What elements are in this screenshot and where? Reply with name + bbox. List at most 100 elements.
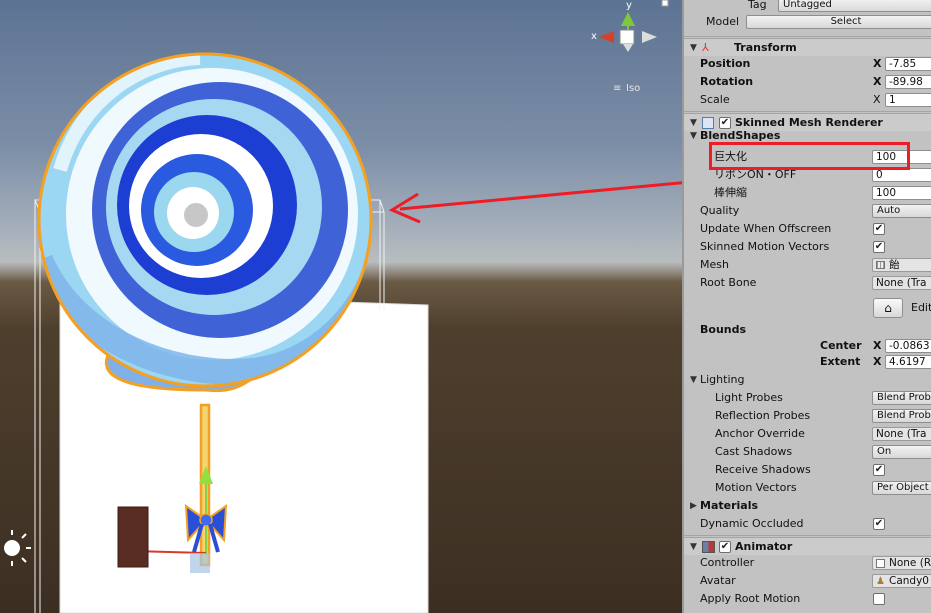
edit-bounds-button[interactable]: ⌂	[873, 298, 903, 318]
skinned-motion-vectors-row: Skinned Motion Vectors ✔	[684, 238, 931, 256]
smr-header[interactable]: ▼ ✔ Skinned Mesh Renderer	[684, 113, 931, 131]
quality-label: Quality	[700, 204, 740, 217]
blendshape-value-field[interactable]: 100	[872, 186, 931, 200]
mesh-field[interactable]: 飴	[872, 258, 931, 272]
update-offscreen-checkbox[interactable]: ✔	[873, 223, 885, 235]
model-select-button[interactable]: Select	[746, 15, 931, 29]
light-probes-label: Light Probes	[715, 391, 783, 404]
scale-row: Scale X 1	[684, 91, 931, 109]
annotation-arrow-line	[399, 181, 682, 211]
animator-header[interactable]: ▼ ✔ Animator	[684, 537, 931, 555]
edit-bounds-icon: ⌂	[884, 301, 892, 315]
bounds-extent-label: Extent	[820, 355, 861, 368]
rotation-label: Rotation	[700, 75, 754, 88]
scale-x-field[interactable]: 1	[885, 93, 931, 107]
tag-label: Tag	[748, 0, 767, 11]
scale-x-axis: X	[873, 93, 881, 106]
reflection-probes-dropdown[interactable]: Blend Prob	[872, 409, 931, 423]
apply-root-motion-checkbox[interactable]	[873, 593, 885, 605]
smr-enabled-checkbox[interactable]: ✔	[719, 117, 731, 129]
gizmo-y-label: y	[626, 0, 632, 11]
blendshape-label: 棒伸縮	[714, 186, 747, 199]
blendshape-value-field[interactable]: 0	[872, 168, 931, 182]
light-probes-row: Light Probes Blend Prob	[684, 389, 931, 407]
mesh-renderer-icon	[702, 117, 714, 129]
controller-value: None (R	[889, 557, 931, 569]
tag-dropdown[interactable]: Untagged	[778, 0, 931, 12]
skinned-motion-vectors-checkbox[interactable]: ✔	[873, 241, 885, 253]
cast-shadows-dropdown[interactable]: On	[872, 445, 931, 459]
cast-shadows-row: Cast Shadows On	[684, 443, 931, 461]
apply-root-motion-row: Apply Root Motion	[684, 590, 931, 608]
controller-icon	[876, 559, 885, 568]
model-label: Model	[706, 15, 740, 28]
annotation-highlight-box	[709, 142, 910, 170]
rotation-x-axis: X	[873, 75, 882, 88]
controller-label: Controller	[700, 556, 755, 569]
lighting-row[interactable]: ▼ Lighting	[684, 371, 931, 389]
dynamic-occluded-row: Dynamic Occluded ✔	[684, 515, 931, 533]
quality-row: Quality Auto	[684, 202, 931, 220]
quality-dropdown[interactable]: Auto	[872, 204, 931, 218]
chocolate-bar[interactable]	[117, 506, 149, 568]
gizmo-mode-label[interactable]: Iso	[626, 83, 640, 94]
transform-header[interactable]: ▼ ⅄ Transform	[684, 38, 931, 56]
controller-row: Controller None (R	[684, 554, 931, 572]
edit-label: Edit	[911, 301, 931, 314]
avatar-value: Candy0	[889, 575, 929, 587]
reflection-probes-label: Reflection Probes	[715, 409, 811, 422]
anchor-override-field[interactable]: None (Tra	[872, 427, 931, 441]
root-bone-field[interactable]: None (Tra	[872, 276, 931, 290]
fold-arrow-icon[interactable]: ▼	[690, 371, 697, 389]
animator-enabled-checkbox[interactable]: ✔	[719, 541, 731, 553]
avatar-label: Avatar	[700, 574, 736, 587]
mesh-value: 飴	[889, 259, 900, 271]
tag-row: Tag Untagged	[684, 0, 931, 14]
bounds-center-field[interactable]: -0.0863	[885, 339, 931, 353]
inspector-panel: Tag Untagged Model Select ▼ ⅄ Transform …	[682, 0, 931, 613]
root-bone-label: Root Bone	[700, 276, 757, 289]
animator-icon	[702, 541, 715, 553]
motion-vectors-label: Motion Vectors	[715, 481, 797, 494]
reflection-probes-row: Reflection Probes Blend Prob	[684, 407, 931, 425]
dynamic-occluded-checkbox[interactable]: ✔	[873, 518, 885, 530]
materials-row[interactable]: ▶ Materials	[684, 497, 931, 515]
receive-shadows-checkbox[interactable]: ✔	[873, 464, 885, 476]
receive-shadows-label: Receive Shadows	[715, 463, 811, 476]
skinned-motion-vectors-label: Skinned Motion Vectors	[700, 240, 830, 253]
scene-view[interactable]: y x ≡ Iso	[0, 0, 682, 613]
materials-label: Materials	[700, 499, 759, 512]
rotation-row: Rotation X -89.98	[684, 73, 931, 91]
orientation-gizmo[interactable]	[599, 0, 669, 52]
light-probes-dropdown[interactable]: Blend Prob	[872, 391, 931, 405]
rotation-x-field[interactable]: -89.98	[885, 75, 931, 89]
cast-shadows-label: Cast Shadows	[715, 445, 793, 458]
receive-shadows-row: Receive Shadows ✔	[684, 461, 931, 479]
update-offscreen-label: Update When Offscreen	[700, 222, 832, 235]
anchor-override-row: Anchor Override None (Tra	[684, 425, 931, 443]
blendshape-row: 棒伸縮 100	[684, 184, 931, 202]
blendshapes-row[interactable]: ▼ BlendShapes	[684, 130, 931, 142]
position-x-field[interactable]: -7.85	[885, 57, 931, 71]
light-icon[interactable]	[4, 530, 31, 566]
fold-arrow-icon[interactable]: ▼	[690, 130, 697, 142]
update-offscreen-row: Update When Offscreen ✔	[684, 220, 931, 238]
gizmo-x-label: x	[591, 31, 597, 42]
model-row: Model Select	[684, 13, 931, 31]
scale-label: Scale	[700, 93, 730, 106]
lighting-label: Lighting	[700, 373, 745, 386]
controller-field[interactable]: None (R	[872, 556, 931, 570]
fold-arrow-icon[interactable]: ▶	[690, 497, 697, 515]
avatar-field[interactable]: ♟ Candy0	[872, 574, 931, 588]
edit-bounds-row: ⌂ Edit	[684, 296, 931, 320]
position-label: Position	[700, 57, 751, 70]
position-x-axis: X	[873, 57, 882, 70]
avatar-row: Avatar ♟ Candy0	[684, 572, 931, 590]
bounds-extent-field[interactable]: 4.6197	[885, 355, 931, 369]
scene-canvas: y x ≡ Iso	[4, 0, 682, 613]
dynamic-occluded-label: Dynamic Occluded	[700, 517, 804, 530]
mesh-grid-icon	[876, 261, 885, 269]
mesh-row: Mesh 飴	[684, 256, 931, 274]
motion-vectors-dropdown[interactable]: Per Object	[872, 481, 931, 495]
bounds-extent-row: Extent X 4.6197	[684, 353, 931, 371]
